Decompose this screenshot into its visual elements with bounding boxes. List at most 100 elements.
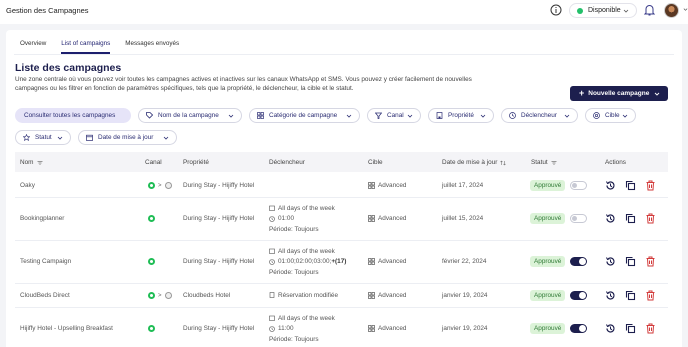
filter-target[interactable]: Cible [585,108,636,123]
trigger-period: Période: Toujours [269,268,319,276]
trash-icon[interactable] [645,323,656,334]
active-toggle[interactable] [570,324,588,333]
history-icon[interactable] [605,180,616,191]
chevron-down-icon [163,136,169,140]
chevron-down-icon [480,114,486,118]
status-cell: Approuvé [530,323,588,334]
column-header-name[interactable]: Nom [20,159,43,166]
target-label: Advanced [378,292,407,299]
copy-icon[interactable] [625,180,636,191]
target-cell: Advanced [368,215,406,222]
active-toggle[interactable] [570,291,588,300]
header-target-label: Cible [368,159,383,166]
table-row[interactable]: Hijiffy Hotel - Upselling Breakfast Duri… [15,308,668,347]
status-badge: Approuvé [530,180,566,191]
column-header-trigger: Déclencheur [269,159,305,166]
bell-icon[interactable] [644,4,655,16]
building-icon [436,112,443,119]
property-cell: During Stay - Hijiffy Hotel [183,182,255,189]
table-row[interactable]: Bookingplanner During Stay - Hijiffy Hot… [15,198,668,241]
column-header-date[interactable]: Date de mise à jour [442,159,507,166]
target-icon [593,112,600,119]
filter-target-label: Cible [605,112,620,119]
actions-cell [605,256,665,267]
table-row[interactable]: Oaky > During Stay - Hijiffy Hotel Advan… [15,174,668,198]
table-row[interactable]: CloudBeds Direct > Cloudbeds Hotel Réser… [15,284,668,308]
column-header-actions: Actions [605,159,626,166]
copy-icon[interactable] [625,290,636,301]
header-actions-label: Actions [605,159,626,166]
column-header-status[interactable]: Statut [531,159,557,166]
history-icon[interactable] [605,323,616,334]
trash-icon[interactable] [645,256,656,267]
whatsapp-icon [148,258,155,265]
clock-icon [269,325,275,332]
filter-trigger-label: Déclencheur [521,112,557,119]
tabs-divider [14,54,674,55]
campaign-name[interactable]: Bookingplanner [20,215,64,222]
filter-trigger[interactable]: Déclencheur [501,108,578,123]
trash-icon[interactable] [645,213,656,224]
grid-icon [368,258,375,265]
channel-fallback-arrow: > [158,292,162,299]
campaign-name[interactable]: CloudBeds Direct [20,292,70,299]
trigger-times: 11:00 [278,325,294,333]
status-cell: Approuvé [530,256,588,267]
status-cell: Approuvé [530,290,588,301]
filter-update-date[interactable]: Date de mise à jour [78,130,177,145]
history-icon[interactable] [605,213,616,224]
filter-icon [375,112,382,119]
history-icon[interactable] [605,256,616,267]
new-campaign-button[interactable]: + Nouvelle campagne [570,86,668,101]
availability-dropdown[interactable]: Disponible [569,3,637,18]
sort-icon[interactable] [551,160,557,166]
trigger-more-count[interactable]: +(17) [331,258,346,265]
copy-icon[interactable] [625,323,636,334]
clock-icon [269,258,275,265]
filter-property-label: Propriété [448,112,474,119]
sms-icon [164,182,172,189]
filter-campaign-name[interactable]: Nom de la campagne [138,108,242,123]
info-icon[interactable] [550,4,562,16]
sort-icon[interactable] [37,160,43,166]
tab-list-of-campaigns[interactable]: List of campaigns [61,40,111,54]
sort-icon[interactable] [500,160,507,166]
property-cell: During Stay - Hijiffy Hotel [183,215,255,222]
whatsapp-icon [148,215,155,222]
copy-icon[interactable] [625,256,636,267]
trash-icon[interactable] [645,180,656,191]
active-toggle[interactable] [570,257,588,266]
table-row[interactable]: Testing Campaign During Stay - Hijiffy H… [15,241,668,284]
filter-all-campaigns[interactable]: Consulter toutes les campagnes [15,108,131,123]
campaign-name[interactable]: Hijiffy Hotel - Upselling Breakfast [20,325,113,332]
history-icon[interactable] [605,290,616,301]
grid-icon [368,215,375,222]
chevron-down-icon[interactable] [683,7,688,12]
column-header-property: Propriété [183,159,209,166]
filter-status[interactable]: Statut [15,130,71,145]
header-property-label: Propriété [183,159,209,166]
calendar-icon [86,134,93,141]
active-toggle[interactable] [570,181,588,190]
tab-messages-envoyes[interactable]: Messages envoyés [125,40,179,54]
chevron-down-icon [564,114,570,118]
availability-label: Disponible [588,7,621,14]
chevron-down-icon [622,114,628,118]
sms-icon [164,292,172,299]
target-cell: Advanced [368,325,406,332]
filter-category-label: Catégorie de campagne [269,112,338,119]
campaign-name[interactable]: Testing Campaign [20,258,71,265]
trash-icon[interactable] [645,290,656,301]
copy-icon[interactable] [625,213,636,224]
filter-property[interactable]: Propriété [428,108,494,123]
filter-campaign-category[interactable]: Catégorie de campagne [249,108,360,123]
whatsapp-icon [148,182,155,189]
trigger-cell: Réservation modifiée [269,290,338,301]
active-toggle[interactable] [570,214,588,223]
top-bar: Gestion des Campagnes Disponible [0,0,688,24]
filter-channel[interactable]: Canal [367,108,421,123]
avatar[interactable] [664,3,679,18]
status-dot [577,7,583,14]
tab-overview[interactable]: Overview [20,40,46,54]
campaign-name[interactable]: Oaky [20,182,35,189]
